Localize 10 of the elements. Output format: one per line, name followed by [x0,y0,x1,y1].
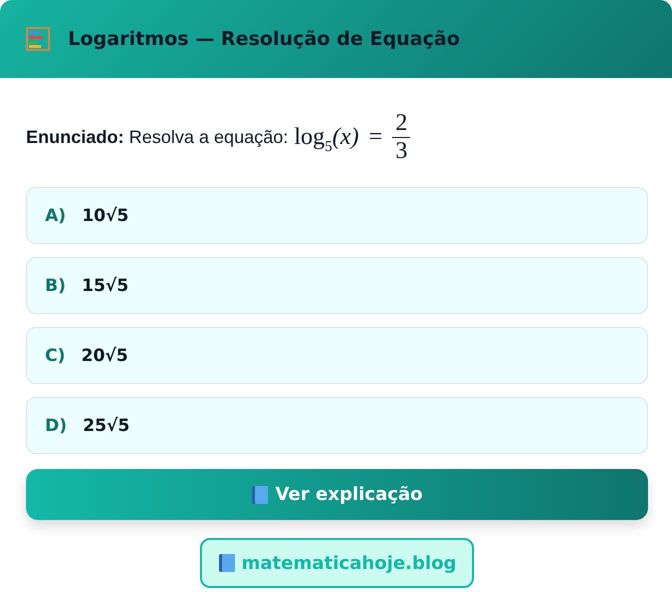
question-text: Enunciado: Resolva a equação: [26,126,288,148]
answer-option[interactable]: C) 20√5 [26,327,648,384]
answer-option[interactable]: A) 10√5 [26,187,648,244]
book-icon [251,484,270,504]
window-title: Logaritmos — Resolução de Equação [68,28,460,50]
answer-option[interactable]: B) 15√5 [26,257,648,314]
abacus-icon [26,27,50,51]
explain-button[interactable]: Ver explicação [26,469,648,520]
book-icon [218,553,236,573]
answer-option[interactable]: D) 25√5 [26,397,648,454]
